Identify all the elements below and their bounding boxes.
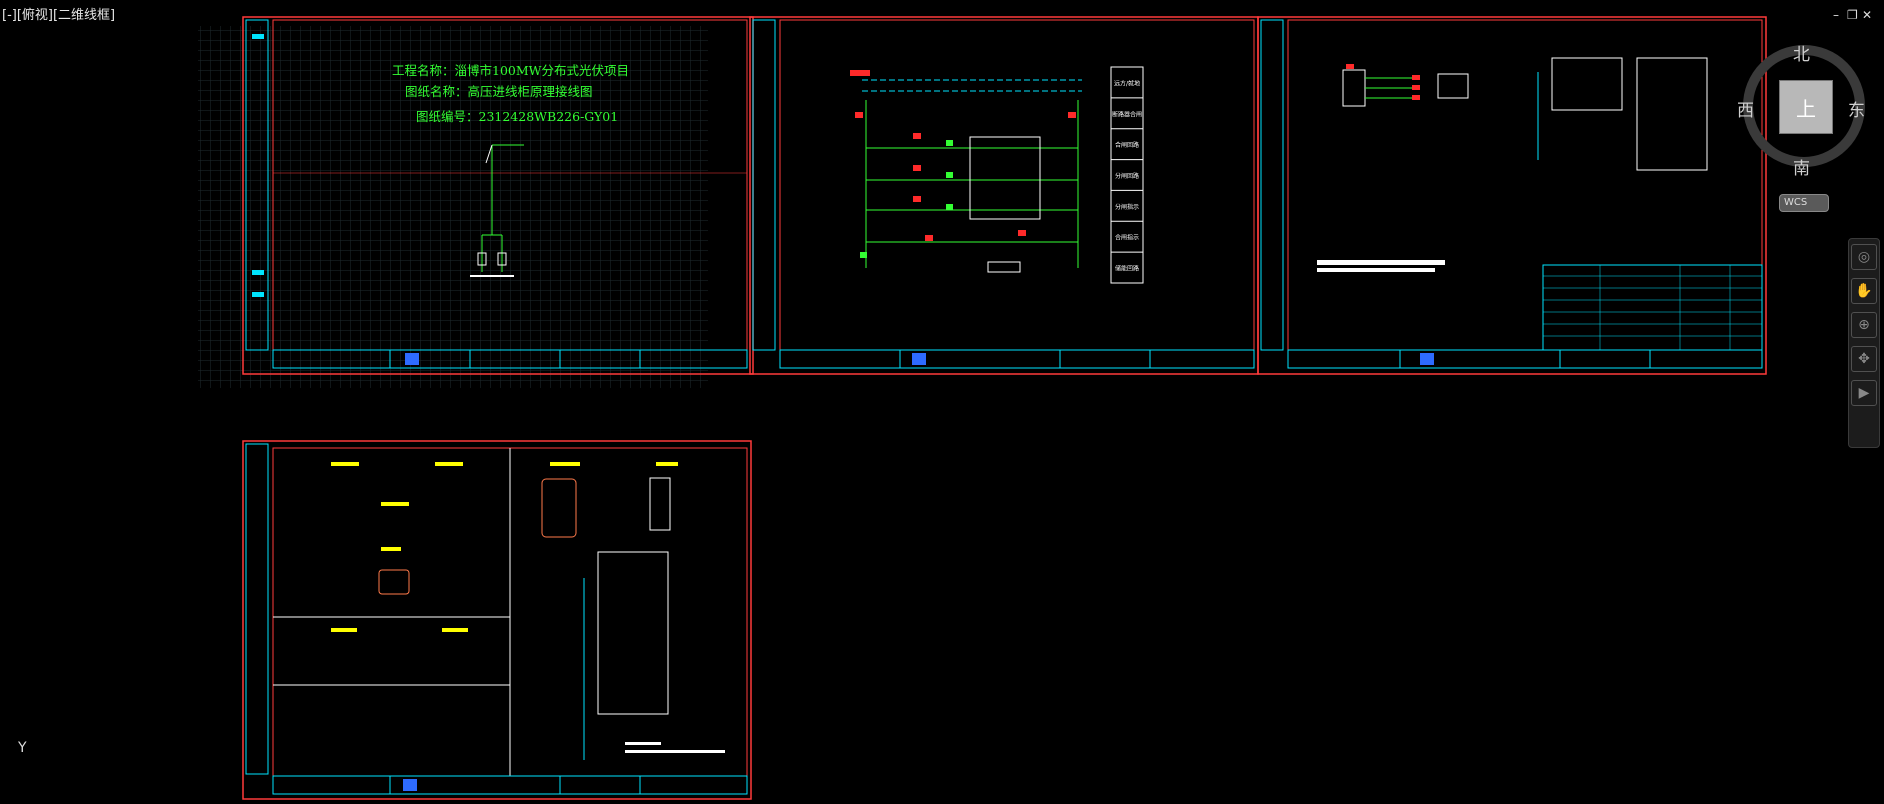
sheet-2 bbox=[749, 16, 1259, 375]
project-name: 工程名称：淄博市100MW分布式光伏项目 bbox=[392, 63, 629, 78]
sheet-3 bbox=[1257, 16, 1767, 375]
sheet2-label-6: 储能回路 bbox=[1115, 265, 1139, 273]
pan-icon[interactable]: ✋ bbox=[1851, 278, 1877, 304]
zoom-icon[interactable]: ⊕ bbox=[1851, 312, 1877, 338]
steering-wheel-icon[interactable]: ◎ bbox=[1851, 244, 1877, 270]
compass-east[interactable]: 东 bbox=[1848, 96, 1865, 121]
drawing-canvas[interactable]: 工程名称：淄博市100MW分布式光伏项目 图纸名称：高压进线柜原理接线图 图纸编… bbox=[0, 0, 1884, 804]
sheet2-label-1: 断路器合闸 bbox=[1112, 110, 1142, 118]
wcs-menu[interactable]: WCS bbox=[1779, 194, 1829, 212]
sheet-1: 工程名称：淄博市100MW分布式光伏项目 图纸名称：高压进线柜原理接线图 图纸编… bbox=[198, 16, 754, 388]
orbit-icon[interactable]: ✥ bbox=[1851, 346, 1877, 372]
compass-north[interactable]: 北 bbox=[1793, 40, 1810, 65]
sheet2-label-2: 合闸回路 bbox=[1115, 141, 1139, 149]
sheet-4 bbox=[242, 440, 752, 800]
compass-south[interactable]: 南 bbox=[1793, 154, 1810, 179]
navigation-bar: ◎ ✋ ⊕ ✥ ▶ bbox=[1848, 238, 1880, 448]
showmotion-icon[interactable]: ▶ bbox=[1851, 380, 1877, 406]
viewcube-face[interactable]: 上 bbox=[1779, 80, 1833, 134]
sheet2-label-5: 合闸指示 bbox=[1115, 234, 1139, 242]
ucs-y-axis: Y bbox=[18, 740, 27, 756]
drawing-name: 图纸名称：高压进线柜原理接线图 bbox=[405, 84, 593, 99]
sheet2-label-0: 远方/就地 bbox=[1114, 79, 1140, 87]
grid-background bbox=[198, 26, 708, 388]
sheet2-label-4: 分闸指示 bbox=[1115, 203, 1139, 211]
drawing-number: 图纸编号：2312428WB226-GY01 bbox=[416, 109, 618, 124]
compass-west[interactable]: 西 bbox=[1737, 96, 1754, 121]
sheet2-label-3: 分闸回路 bbox=[1115, 172, 1139, 180]
